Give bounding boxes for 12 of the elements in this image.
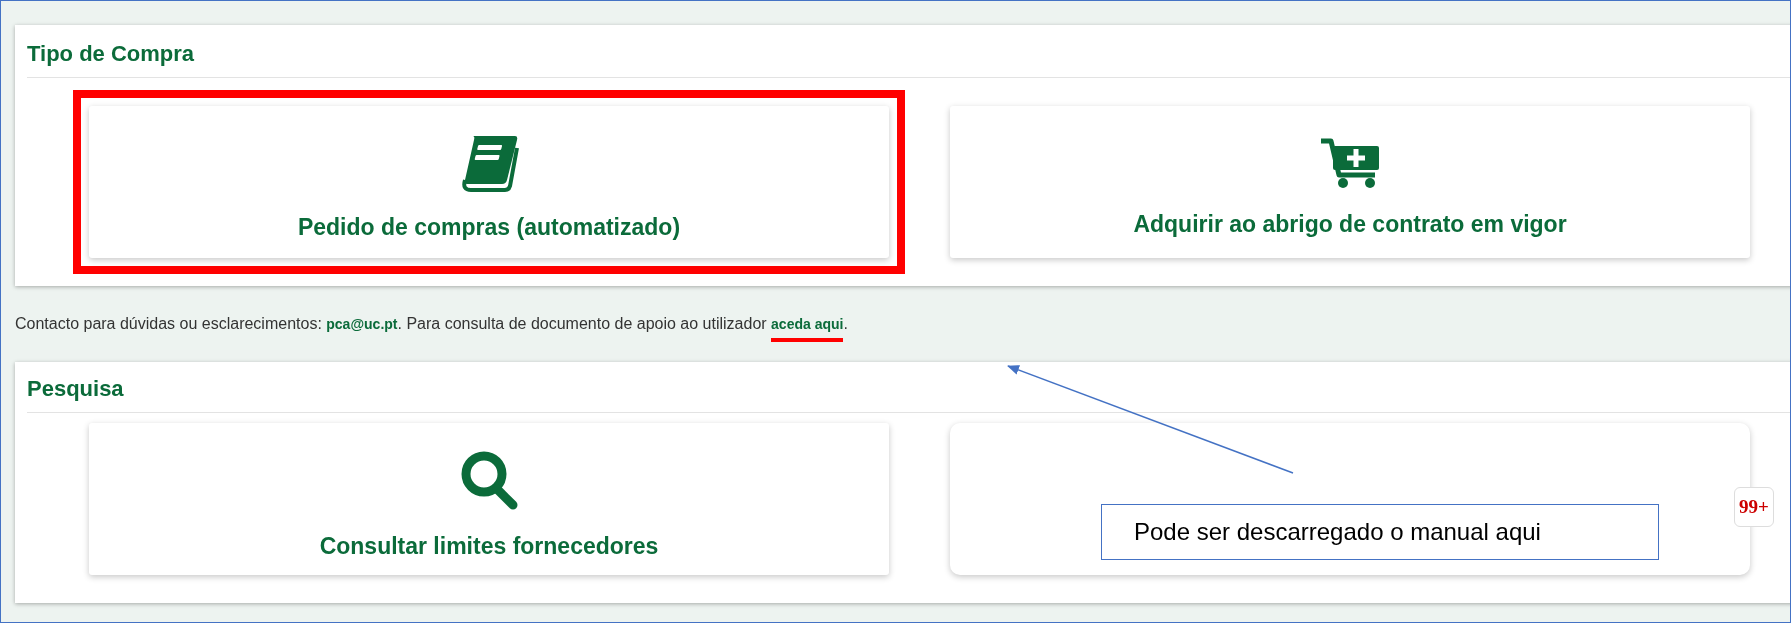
contact-text: Contacto para dúvidas ou esclarecimentos: pca@uc.pt. Para consulta de documento de apoio ao utilizador aceda aqui. <box>15 286 1790 362</box>
manual-link[interactable]: aceda aqui <box>771 316 844 342</box>
option-card[interactable]: Pedido de compras (automatizado) <box>89 106 889 258</box>
count-badge: 99+ <box>1734 487 1774 527</box>
section-title: Tipo de Compra <box>26 40 196 68</box>
callout-box: Pode ser descarregado o manual aqui <box>1101 504 1659 560</box>
cart-plus-icon <box>1319 136 1381 189</box>
option-card[interactable]: Consultar limites fornecedores <box>89 423 889 575</box>
book-icon <box>459 133 519 192</box>
option-card[interactable]: Adquirir ao abrigo de contrato em vigor <box>950 106 1750 258</box>
email-link[interactable]: pca@uc.pt <box>326 316 398 332</box>
section-title: Pesquisa <box>26 375 125 403</box>
